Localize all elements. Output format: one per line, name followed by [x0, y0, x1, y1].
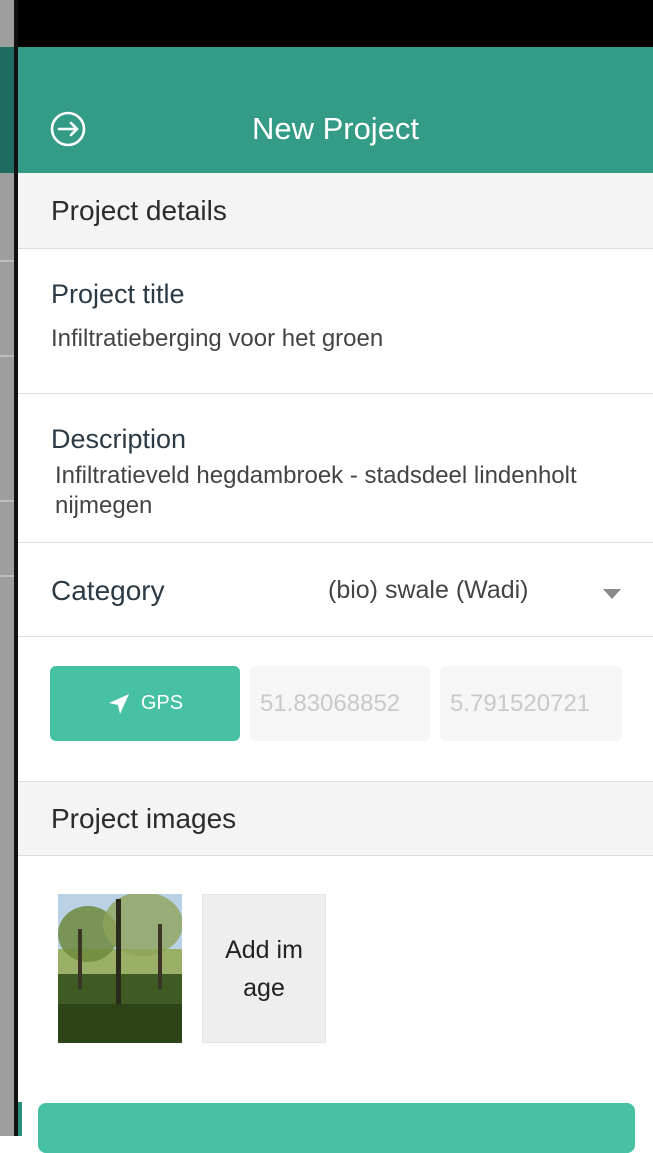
- project-title-value[interactable]: Infiltratieberging voor het groen: [51, 324, 653, 354]
- category-label: Category: [51, 575, 165, 606]
- status-bar: [18, 0, 653, 47]
- project-title-label: Project title: [51, 279, 185, 309]
- chevron-down-icon[interactable]: [603, 589, 621, 599]
- app-header: New Project: [18, 47, 653, 173]
- description-label: Description: [51, 424, 187, 454]
- background-divider: [0, 500, 14, 502]
- panel-accent: [18, 1102, 22, 1136]
- background-app-strip: [0, 0, 14, 1136]
- gps-row: GPS 51.83068852 5.791520721: [18, 637, 653, 782]
- page-title: New Project: [251, 111, 420, 146]
- background-divider: [0, 355, 14, 357]
- project-title-field[interactable]: Project title Infiltratieberging voor he…: [18, 249, 653, 394]
- category-select[interactable]: Category (bio) swale (Wadi): [18, 543, 653, 637]
- background-header: [0, 47, 14, 173]
- latitude-field[interactable]: 51.83068852: [250, 666, 430, 741]
- save-project-button[interactable]: [38, 1103, 635, 1153]
- background-divider: [0, 575, 14, 577]
- tree-photo-image: [58, 894, 182, 1043]
- background-divider: [0, 260, 14, 262]
- add-image-button[interactable]: Add image: [202, 894, 326, 1043]
- project-image-thumbnail[interactable]: [58, 894, 182, 1043]
- gps-button[interactable]: GPS: [50, 666, 240, 741]
- project-images: Add image: [18, 856, 653, 1096]
- project-details-heading: Project details: [18, 173, 653, 249]
- category-value[interactable]: (bio) swale (Wadi): [328, 575, 529, 605]
- location-arrow-icon: [108, 693, 129, 714]
- gps-button-label: GPS: [140, 692, 184, 714]
- longitude-field[interactable]: 5.791520721: [440, 666, 622, 741]
- project-images-heading: Project images: [18, 782, 653, 856]
- description-field[interactable]: Description Infiltratieveld hegdambroek …: [18, 394, 653, 543]
- description-value[interactable]: Infiltratieveld hegdambroek - stadsdeel …: [51, 461, 585, 521]
